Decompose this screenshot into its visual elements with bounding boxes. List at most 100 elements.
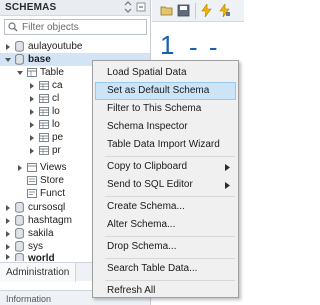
- schema-label: base: [28, 54, 51, 65]
- expand-arrow-icon[interactable]: [28, 147, 36, 155]
- database-icon: [15, 253, 24, 261]
- table-icon: [39, 133, 49, 142]
- functions-icon: [27, 189, 37, 198]
- menu-item-label: Copy to Clipboard: [107, 161, 188, 172]
- schema-item[interactable]: hashtagm: [4, 214, 72, 227]
- menu-item-schema-inspector[interactable]: Schema Inspector: [95, 118, 236, 136]
- toolbar-divider: [195, 3, 196, 19]
- views-icon: [27, 163, 37, 172]
- workbench-window: SCHEMAS Filter objects aulayoutube base …: [0, 0, 244, 305]
- schema-label: sys: [28, 241, 43, 252]
- functions-folder[interactable]: Funct: [27, 187, 65, 200]
- expand-arrow-icon[interactable]: [4, 243, 12, 251]
- menu-item-create-schema[interactable]: Create Schema...: [95, 198, 236, 216]
- schema-label: hashtagm: [28, 215, 72, 226]
- schema-label: aulayoutube: [28, 41, 83, 52]
- expand-arrow-icon[interactable]: [28, 134, 36, 142]
- expand-arrow-icon[interactable]: [28, 108, 36, 116]
- table-icon: [39, 94, 49, 103]
- submenu-arrow-icon: [225, 182, 230, 189]
- folder-label: Table: [40, 67, 64, 78]
- table-item[interactable]: pe: [28, 131, 63, 144]
- table-label: cl: [52, 93, 60, 104]
- table-label: pr: [52, 145, 61, 156]
- save-icon[interactable]: [177, 4, 190, 17]
- context-menu: Load Spatial Data Set as Default Schema …: [92, 60, 239, 298]
- menu-item-drop-schema[interactable]: Drop Schema...: [95, 238, 236, 256]
- menu-separator: [105, 280, 235, 281]
- menu-item-table-data-import-wizard[interactable]: Table Data Import Wizard: [95, 136, 236, 154]
- menu-item-copy-to-clipboard[interactable]: Copy to Clipboard: [95, 158, 236, 176]
- expand-arrow-icon[interactable]: [4, 204, 12, 212]
- schemas-title: SCHEMAS: [5, 2, 57, 13]
- folder-label: Funct: [40, 188, 66, 199]
- database-icon: [15, 202, 24, 213]
- expand-arrow-icon[interactable]: [28, 82, 36, 90]
- refresh-icon[interactable]: [123, 1, 133, 13]
- table-label: lo: [52, 119, 60, 130]
- table-icon: [39, 81, 49, 90]
- table-item[interactable]: ca: [28, 79, 63, 92]
- menu-separator: [105, 196, 235, 197]
- table-icon: [39, 107, 49, 116]
- tables-icon: [27, 68, 37, 77]
- schema-item[interactable]: world: [4, 253, 55, 261]
- menu-item-set-as-default-schema[interactable]: Set as Default Schema: [95, 82, 236, 100]
- menu-separator: [105, 236, 235, 237]
- editor-toolbar: [152, 0, 244, 22]
- expand-arrow-icon[interactable]: [28, 95, 36, 103]
- menu-item-load-spatial-data[interactable]: Load Spatial Data: [95, 64, 236, 82]
- expand-arrow-icon[interactable]: [16, 164, 24, 172]
- schema-item[interactable]: sys: [4, 240, 43, 253]
- table-item[interactable]: pr: [28, 144, 61, 157]
- menu-separator: [105, 156, 235, 157]
- table-label: pe: [52, 132, 64, 143]
- open-folder-icon[interactable]: [160, 4, 173, 17]
- schema-item[interactable]: sakila: [4, 227, 54, 240]
- menu-item-search-table-data[interactable]: Search Table Data...: [95, 260, 236, 278]
- table-label: lo: [52, 106, 60, 117]
- header-icons: [123, 1, 146, 13]
- expand-arrow-icon[interactable]: [4, 230, 12, 238]
- tab-administration[interactable]: Administration: [0, 263, 77, 282]
- table-item[interactable]: lo: [28, 105, 60, 118]
- execute-lightning-icon[interactable]: [200, 4, 213, 17]
- collapse-icon[interactable]: [136, 1, 146, 13]
- expand-arrow-icon[interactable]: [4, 217, 12, 225]
- collapse-arrow-icon[interactable]: [16, 69, 24, 77]
- folder-label: Store: [40, 175, 64, 186]
- table-item[interactable]: cl: [28, 92, 59, 105]
- menu-item-send-to-sql-editor[interactable]: Send to SQL Editor: [95, 176, 236, 194]
- filter-objects-input[interactable]: [22, 20, 144, 34]
- information-label: Information: [6, 294, 52, 304]
- schemas-header: SCHEMAS: [0, 0, 150, 16]
- menu-item-refresh-all[interactable]: Refresh All: [95, 282, 236, 300]
- schema-label: sakila: [28, 228, 54, 239]
- execute-current-icon[interactable]: [218, 4, 231, 17]
- stored-procedures-icon: [27, 176, 37, 185]
- expand-arrow-icon[interactable]: [28, 121, 36, 129]
- submenu-arrow-icon: [225, 164, 230, 171]
- database-icon: [15, 54, 24, 65]
- views-folder[interactable]: Views: [16, 161, 67, 174]
- menu-item-label: Send to SQL Editor: [107, 179, 193, 190]
- database-icon: [15, 41, 24, 52]
- table-label: ca: [52, 80, 63, 91]
- table-icon: [39, 120, 49, 129]
- expand-arrow-icon[interactable]: [4, 253, 12, 261]
- database-icon: [15, 241, 24, 252]
- expand-arrow-icon[interactable]: [4, 43, 12, 51]
- search-icon: [8, 22, 18, 32]
- schema-item[interactable]: cursosql: [4, 201, 65, 214]
- menu-separator: [105, 258, 235, 259]
- filter-box: [4, 19, 147, 35]
- menu-item-filter-to-this-schema[interactable]: Filter to This Schema: [95, 100, 236, 118]
- folder-label: Views: [40, 162, 67, 173]
- stored-procedures-folder[interactable]: Store: [27, 174, 64, 187]
- table-item[interactable]: lo: [28, 118, 60, 131]
- collapse-arrow-icon[interactable]: [4, 56, 12, 64]
- database-icon: [15, 228, 24, 239]
- schema-item[interactable]: aulayoutube: [4, 40, 150, 53]
- line-number: 1: [160, 30, 175, 60]
- menu-item-alter-schema[interactable]: Alter Schema...: [95, 216, 236, 234]
